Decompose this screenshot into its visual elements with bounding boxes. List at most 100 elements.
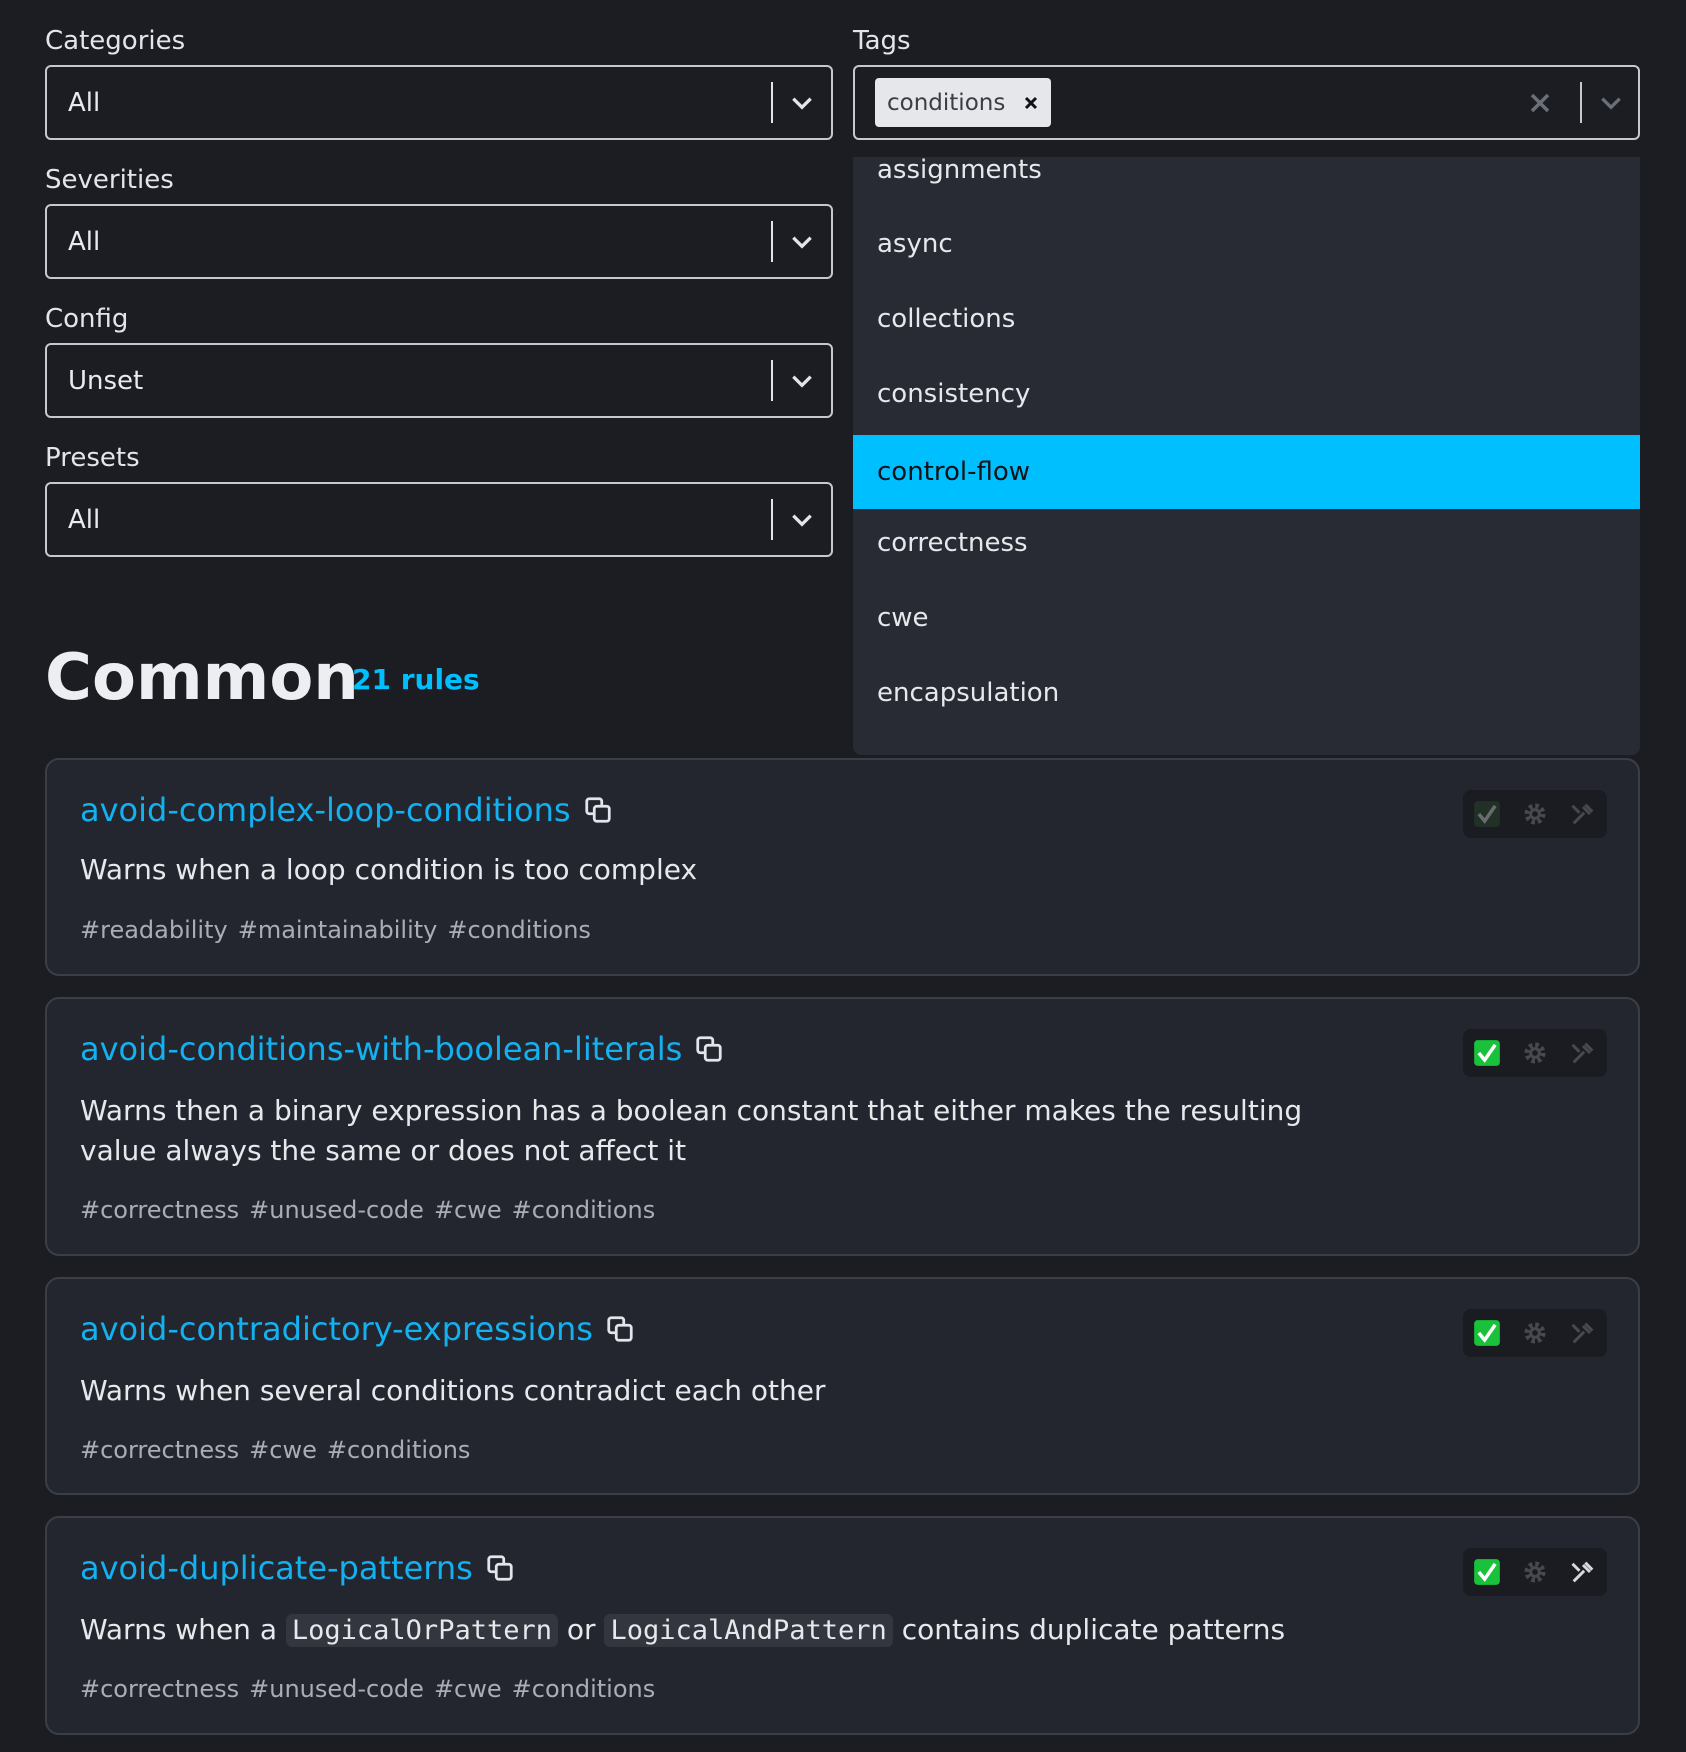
- categories-value: All: [68, 88, 101, 118]
- select-separator: [771, 221, 773, 262]
- rule-tags: #readability #maintainability #conditions: [80, 915, 601, 945]
- rule-status-icons: [1463, 1029, 1607, 1077]
- check-box-icon: [1474, 1559, 1500, 1585]
- desc-text: contains duplicate patterns: [901, 1613, 1286, 1646]
- categories-label: Categories: [45, 26, 186, 56]
- gear-icon: [1524, 1042, 1546, 1064]
- select-separator: [771, 360, 773, 401]
- tags-select[interactable]: conditions: [853, 65, 1640, 140]
- copy-icon[interactable]: [694, 1034, 724, 1064]
- tag[interactable]: #unused-code: [249, 1196, 424, 1224]
- rule-card: avoid-contradictory-expressions Warns wh…: [45, 1277, 1640, 1495]
- rule-card: avoid-conditions-with-boolean-literals W…: [45, 997, 1640, 1256]
- rule-card: avoid-duplicate-patterns Warns when a Lo…: [45, 1516, 1640, 1735]
- rule-status-icons: [1463, 790, 1607, 838]
- chevron-down-icon[interactable]: [789, 368, 815, 394]
- tag[interactable]: #conditions: [327, 1436, 471, 1464]
- rule-link[interactable]: avoid-conditions-with-boolean-literals: [80, 1029, 724, 1069]
- menu-item-assignments[interactable]: assignments: [853, 157, 1640, 207]
- presets-label: Presets: [45, 443, 140, 473]
- rule-tags: #correctness #cwe #conditions: [80, 1435, 480, 1465]
- rules-page: Categories All Severities All Config Uns…: [0, 0, 1686, 1752]
- check-box-icon: [1474, 801, 1500, 827]
- check-box-icon: [1474, 1040, 1500, 1066]
- copy-icon[interactable]: [605, 1314, 635, 1344]
- gear-icon: [1524, 803, 1546, 825]
- tag[interactable]: #correctness: [80, 1675, 239, 1703]
- rule-tags: #correctness #unused-code #cwe #conditions: [80, 1195, 665, 1225]
- gear-icon: [1524, 1322, 1546, 1344]
- menu-item-control-flow[interactable]: control-flow: [853, 435, 1640, 509]
- rule-description: Warns when a loop condition is too compl…: [80, 853, 698, 886]
- tag[interactable]: #cwe: [434, 1675, 502, 1703]
- severities-label: Severities: [45, 165, 174, 195]
- chevron-down-icon[interactable]: [1598, 90, 1624, 116]
- tag[interactable]: #conditions: [512, 1675, 656, 1703]
- menu-item-correctness[interactable]: correctness: [853, 506, 1640, 580]
- rule-description: Warns when several conditions contradict…: [80, 1374, 826, 1407]
- rule-description-line: value always the same or does not affect…: [80, 1134, 687, 1167]
- section-title: Common: [45, 641, 359, 715]
- config-select[interactable]: Unset: [45, 343, 833, 418]
- check-box-icon: [1474, 1320, 1500, 1346]
- severities-value: All: [68, 227, 101, 257]
- rule-link[interactable]: avoid-complex-loop-conditions: [80, 790, 613, 830]
- rule-link[interactable]: avoid-duplicate-patterns: [80, 1548, 515, 1588]
- rule-status-icons: [1463, 1309, 1607, 1357]
- desc-text: or: [566, 1613, 596, 1646]
- wrench-icon: [1571, 803, 1594, 825]
- chevron-down-icon[interactable]: [789, 90, 815, 116]
- select-separator: [771, 499, 773, 540]
- menu-item-async[interactable]: async: [853, 207, 1640, 281]
- tags-label: Tags: [853, 26, 911, 56]
- close-icon[interactable]: [1023, 95, 1039, 111]
- tags-dropdown-menu: assignments async collections consistenc…: [853, 157, 1640, 755]
- chevron-down-icon[interactable]: [789, 229, 815, 255]
- chevron-down-icon[interactable]: [789, 507, 815, 533]
- rule-name[interactable]: avoid-conditions-with-boolean-literals: [80, 1029, 682, 1069]
- tag[interactable]: #conditions: [512, 1196, 656, 1224]
- rule-name[interactable]: avoid-complex-loop-conditions: [80, 790, 571, 830]
- tag[interactable]: #cwe: [434, 1196, 502, 1224]
- wrench-icon: [1571, 1561, 1594, 1583]
- presets-select[interactable]: All: [45, 482, 833, 557]
- tag[interactable]: #correctness: [80, 1436, 239, 1464]
- tag[interactable]: #correctness: [80, 1196, 239, 1224]
- tag-chip-label: conditions: [887, 89, 1006, 116]
- rule-tags: #correctness #unused-code #cwe #conditions: [80, 1674, 665, 1704]
- select-separator: [771, 82, 773, 123]
- presets-value: All: [68, 505, 101, 535]
- rule-description: Warns then a binary expression has a boo…: [80, 1091, 1302, 1171]
- categories-select[interactable]: All: [45, 65, 833, 140]
- rule-link[interactable]: avoid-contradictory-expressions: [80, 1309, 635, 1349]
- select-separator: [1580, 82, 1582, 123]
- copy-icon[interactable]: [583, 795, 613, 825]
- menu-item-collections[interactable]: collections: [853, 282, 1640, 356]
- wrench-icon: [1571, 1322, 1594, 1344]
- rule-description-line: Warns then a binary expression has a boo…: [80, 1094, 1303, 1127]
- tag-chip-conditions: conditions: [875, 78, 1052, 127]
- tag[interactable]: #unused-code: [249, 1675, 424, 1703]
- menu-item-encapsulation[interactable]: encapsulation: [853, 656, 1640, 730]
- severities-select[interactable]: All: [45, 204, 833, 279]
- rule-name[interactable]: avoid-duplicate-patterns: [80, 1548, 473, 1588]
- desc-text: Warns when a: [80, 1613, 277, 1646]
- config-label: Config: [45, 304, 129, 334]
- menu-item-cwe[interactable]: cwe: [853, 581, 1640, 655]
- inline-code: LogicalOrPattern: [285, 1614, 558, 1647]
- clear-all-icon[interactable]: [1528, 91, 1552, 115]
- inline-code: LogicalAndPattern: [604, 1614, 893, 1647]
- rule-card: avoid-complex-loop-conditions Warns when…: [45, 758, 1640, 976]
- tag[interactable]: #maintainability: [238, 916, 438, 944]
- rule-status-icons: [1463, 1548, 1607, 1596]
- rule-count: 21 rules: [352, 663, 480, 696]
- tag[interactable]: #conditions: [447, 916, 591, 944]
- tag[interactable]: #cwe: [249, 1436, 317, 1464]
- menu-item-consistency[interactable]: consistency: [853, 357, 1640, 431]
- rule-description: Warns when a LogicalOrPattern or Logical…: [80, 1610, 1285, 1651]
- tag[interactable]: #readability: [80, 916, 228, 944]
- wrench-icon: [1571, 1042, 1594, 1064]
- rule-name[interactable]: avoid-contradictory-expressions: [80, 1309, 593, 1349]
- gear-icon: [1524, 1561, 1546, 1583]
- copy-icon[interactable]: [485, 1553, 515, 1583]
